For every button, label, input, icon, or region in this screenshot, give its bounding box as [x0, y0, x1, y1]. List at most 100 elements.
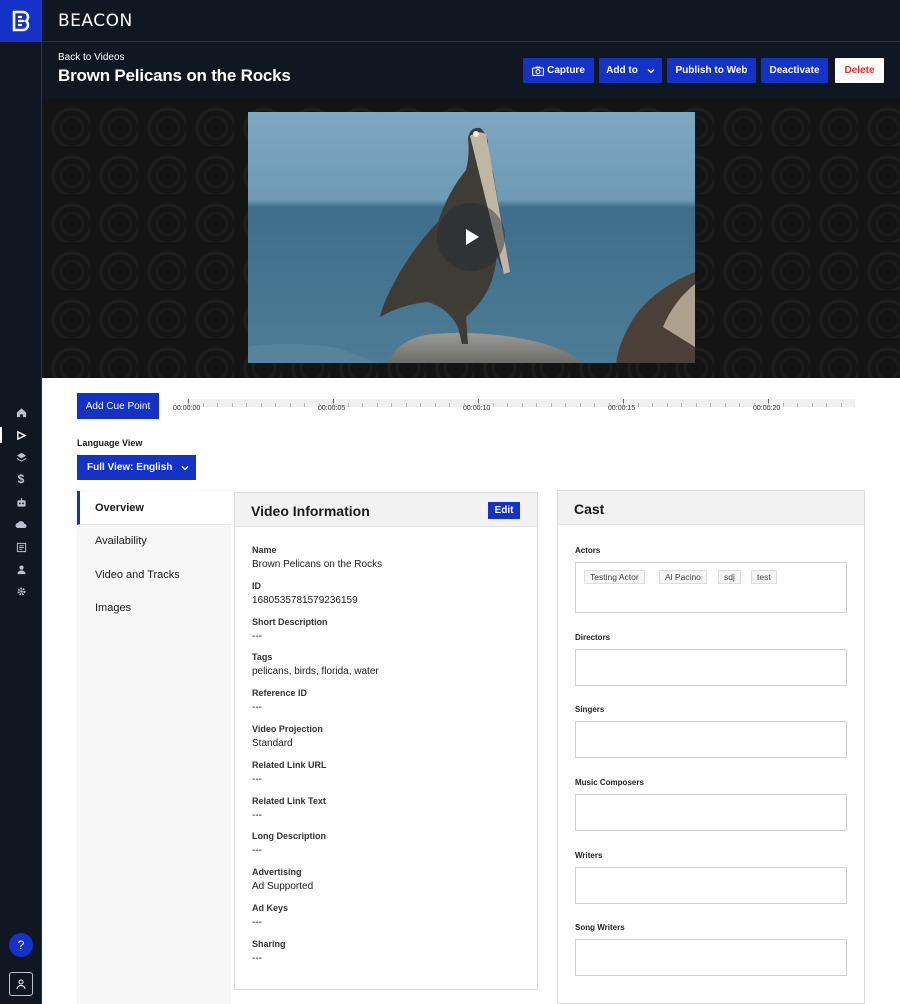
cast-input-box[interactable]: Testing Actor Al Pacino sdj test — [575, 562, 847, 613]
field-label: Video Projection — [252, 724, 323, 734]
timeline-minor-tick — [652, 403, 653, 407]
timeline-tick-label: 00:00:20 — [753, 399, 781, 412]
cast-input-box[interactable] — [575, 867, 847, 904]
language-select[interactable]: Full View: English — [77, 455, 196, 480]
help-button[interactable]: ? — [9, 933, 33, 957]
page-header: Back to Videos Brown Pelicans on the Roc… — [42, 42, 900, 98]
cast-section-label: Singers — [575, 705, 605, 714]
top-bar: BEACON — [42, 0, 900, 42]
cast-section-label: Directors — [575, 633, 611, 642]
field-value: --- — [252, 810, 262, 821]
video-information-panel: Video Information Edit Name Brown Pelican… — [234, 492, 538, 990]
camera-icon — [532, 66, 545, 76]
cloud-icon[interactable] — [11, 514, 31, 534]
tab-overview[interactable]: Overview — [77, 491, 231, 525]
add-cue-point-button[interactable]: Add Cue Point — [77, 393, 159, 419]
field-label: Related Link URL — [252, 760, 327, 770]
field-value: --- — [252, 774, 262, 785]
deactivate-button[interactable]: Deactivate — [761, 58, 828, 83]
video-player[interactable] — [248, 112, 695, 363]
capture-button[interactable]: Capture — [523, 58, 594, 83]
cast-header: Cast — [558, 491, 864, 525]
delete-button[interactable]: Delete — [835, 58, 884, 83]
active-indicator — [0, 427, 2, 443]
timeline-minor-tick — [710, 403, 711, 407]
timeline-minor-tick — [696, 403, 697, 407]
document-icon[interactable] — [11, 537, 31, 557]
timeline-minor-tick — [797, 403, 798, 407]
logo[interactable] — [0, 0, 42, 42]
left-rail: $ ? — [0, 0, 42, 1004]
field-value: Brown Pelicans on the Rocks — [252, 559, 383, 570]
timeline-minor-tick — [362, 403, 363, 407]
cast-section-label: Music Composers — [575, 778, 644, 787]
field-label: Long Description — [252, 831, 326, 841]
timeline-minor-tick — [623, 403, 624, 407]
field-value: --- — [252, 953, 262, 964]
field-value: Standard — [252, 738, 293, 749]
timeline-minor-tick — [768, 403, 769, 407]
cast-input-box[interactable] — [575, 721, 847, 758]
user-icon[interactable] — [11, 559, 31, 579]
cast-panel: Cast Actors Testing Actor Al Pacino sdj test… — [557, 490, 865, 1004]
add-to-dropdown[interactable]: Add to — [599, 58, 662, 83]
timeline-minor-tick — [203, 403, 204, 407]
field-label: Related Link Text — [252, 796, 326, 806]
timeline-tick-label: 00:00:00 — [173, 399, 201, 412]
timeline-minor-tick — [377, 403, 378, 407]
cast-chip[interactable]: Testing Actor — [584, 570, 645, 584]
timeline-minor-tick — [609, 403, 610, 407]
timeline-minor-tick — [783, 403, 784, 407]
field-value: --- — [252, 702, 262, 713]
timeline-minor-tick — [565, 403, 566, 407]
cast-chip[interactable]: test — [751, 570, 777, 584]
cast-chip[interactable]: Al Pacino — [659, 570, 707, 584]
timeline-minor-tick — [594, 403, 595, 407]
capture-label: Capture — [547, 65, 585, 76]
timeline-minor-tick — [826, 403, 827, 407]
tab-images[interactable]: Images — [77, 591, 231, 625]
timeline-minor-tick — [812, 403, 813, 407]
timeline-tick-label: 00:00:10 — [463, 399, 491, 412]
timeline-tick-label: 00:00:15 — [608, 399, 636, 412]
tab-availability[interactable]: Availability — [77, 524, 231, 558]
dollar-icon[interactable]: $ — [11, 469, 31, 489]
robot-icon[interactable] — [11, 492, 31, 512]
home-icon[interactable] — [11, 402, 31, 422]
tab-video-and-tracks[interactable]: Video and Tracks — [77, 558, 231, 592]
field-value: --- — [252, 631, 262, 642]
timeline-minor-tick — [275, 403, 276, 407]
timeline-minor-tick — [841, 403, 842, 407]
back-to-videos-link[interactable]: Back to Videos — [58, 52, 125, 63]
settings-icon[interactable] — [11, 581, 31, 601]
field-value: pelicans, birds, florida, water — [252, 666, 379, 677]
timeline-minor-tick — [536, 403, 537, 407]
cast-input-box[interactable] — [575, 939, 847, 976]
timeline-minor-tick — [493, 403, 494, 407]
timeline-minor-tick — [667, 403, 668, 407]
timeline-minor-tick — [217, 403, 218, 407]
edit-button[interactable]: Edit — [488, 502, 520, 519]
video-information-header: Video Information Edit — [235, 493, 537, 527]
videos-icon[interactable] — [11, 425, 31, 445]
cast-input-box[interactable] — [575, 794, 847, 831]
add-to-label: Add to — [606, 65, 638, 76]
timeline-minor-tick — [304, 403, 305, 407]
timeline-minor-tick — [464, 403, 465, 407]
timeline-minor-tick — [478, 403, 479, 407]
play-button[interactable] — [437, 203, 505, 271]
layers-icon[interactable] — [11, 447, 31, 467]
timeline-minor-tick — [391, 403, 392, 407]
app-root: $ ? BEACON Back to Videos Brown Pelicans… — [0, 0, 900, 1004]
page-title: Brown Pelicans on the Rocks — [58, 66, 291, 85]
field-label: Sharing — [252, 939, 286, 949]
account-button[interactable] — [9, 972, 33, 996]
cast-input-box[interactable] — [575, 649, 847, 686]
video-stage — [42, 98, 900, 378]
publish-to-web-button[interactable]: Publish to Web — [667, 58, 756, 83]
timeline-minor-tick — [507, 403, 508, 407]
brand-name: BEACON — [58, 11, 133, 31]
cast-chip[interactable]: sdj — [718, 570, 741, 584]
timeline-minor-tick — [246, 403, 247, 407]
field-label: ID — [252, 581, 261, 591]
